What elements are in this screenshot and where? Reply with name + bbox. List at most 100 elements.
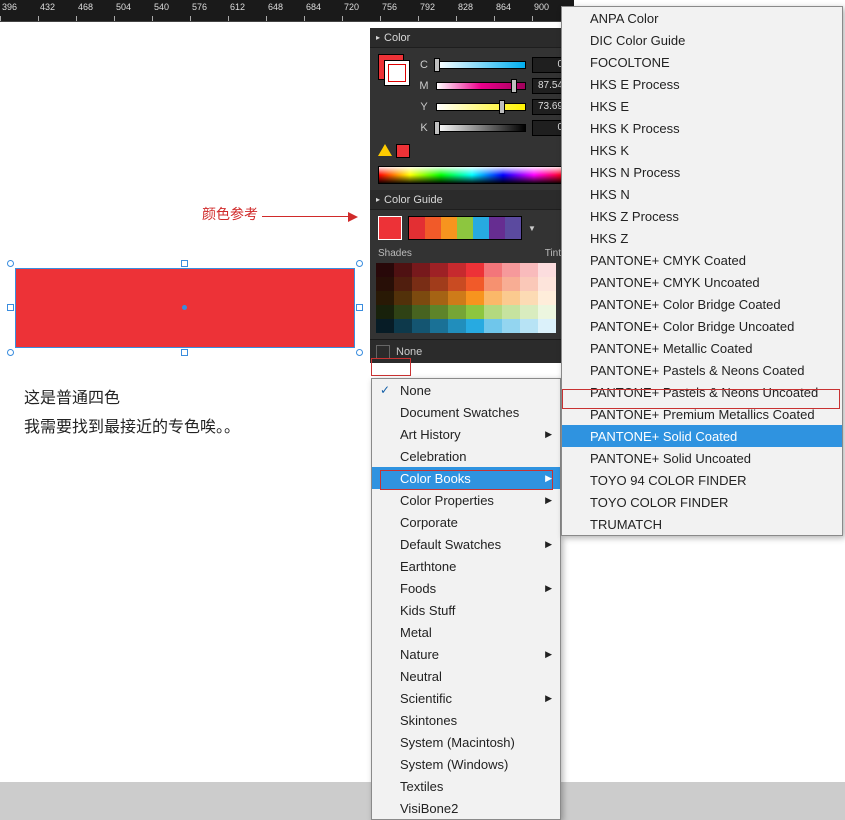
guide-cell[interactable]: [376, 319, 394, 333]
guide-cell[interactable]: [376, 277, 394, 291]
guide-cell[interactable]: [484, 263, 502, 277]
library-menu-item[interactable]: ✓None: [372, 379, 560, 401]
library-menu-item[interactable]: Skintones: [372, 709, 560, 731]
color-guide-grid[interactable]: [370, 263, 574, 339]
slider-thumb[interactable]: [499, 100, 505, 114]
colorbook-menu-item[interactable]: HKS E Process: [562, 73, 842, 95]
resize-handle-br[interactable]: [356, 349, 363, 356]
slider-track[interactable]: [436, 82, 526, 90]
harmony-swatch[interactable]: [425, 217, 441, 239]
colorbook-menu-item[interactable]: PANTONE+ Color Bridge Coated: [562, 293, 842, 315]
guide-cell[interactable]: [520, 291, 538, 305]
guide-cell[interactable]: [520, 277, 538, 291]
guide-cell[interactable]: [394, 277, 412, 291]
cmyk-slider-m[interactable]: M87.54: [418, 75, 566, 96]
colorbook-menu-item[interactable]: DIC Color Guide: [562, 29, 842, 51]
guide-cell[interactable]: [502, 305, 520, 319]
library-menu-item[interactable]: Corporate: [372, 511, 560, 533]
colorbook-menu-item[interactable]: TRUMATCH: [562, 513, 842, 535]
library-menu-item[interactable]: Metal: [372, 621, 560, 643]
slider-thumb[interactable]: [434, 58, 440, 72]
colorbook-menu-item[interactable]: HKS N: [562, 183, 842, 205]
colorbook-menu-item[interactable]: PANTONE+ Color Bridge Uncoated: [562, 315, 842, 337]
colorbook-menu-item[interactable]: PANTONE+ Pastels & Neons Uncoated: [562, 381, 842, 403]
library-menu-item[interactable]: Kids Stuff: [372, 599, 560, 621]
guide-cell[interactable]: [430, 305, 448, 319]
cmyk-slider-y[interactable]: Y73.69: [418, 96, 566, 117]
slider-thumb[interactable]: [434, 121, 440, 135]
guide-cell[interactable]: [412, 263, 430, 277]
guide-cell[interactable]: [502, 263, 520, 277]
guide-cell[interactable]: [412, 291, 430, 305]
spectrum-bar[interactable]: [378, 166, 566, 184]
cmyk-slider-k[interactable]: K0: [418, 117, 566, 138]
guide-cell[interactable]: [466, 319, 484, 333]
harmony-strip[interactable]: [408, 216, 522, 240]
guide-cell[interactable]: [412, 305, 430, 319]
colorbook-menu-item[interactable]: ANPA Color: [562, 7, 842, 29]
base-color-swatch[interactable]: [378, 216, 402, 240]
library-menu-item[interactable]: System (Macintosh): [372, 731, 560, 753]
cmyk-slider-c[interactable]: C0: [418, 54, 566, 75]
guide-cell[interactable]: [484, 319, 502, 333]
guide-cell[interactable]: [538, 277, 556, 291]
resize-handle-mr[interactable]: [356, 304, 363, 311]
library-menu-item[interactable]: Color Books▶: [372, 467, 560, 489]
library-menu-item[interactable]: Art History▶: [372, 423, 560, 445]
guide-cell[interactable]: [466, 305, 484, 319]
guide-cell[interactable]: [448, 277, 466, 291]
color-guide-tab[interactable]: ▸ Color Guide: [370, 190, 574, 210]
guide-cell[interactable]: [448, 291, 466, 305]
resize-handle-tr[interactable]: [356, 260, 363, 267]
colorbook-menu-item[interactable]: HKS Z: [562, 227, 842, 249]
library-menu-item[interactable]: Earthtone: [372, 555, 560, 577]
guide-cell[interactable]: [484, 305, 502, 319]
library-menu-item[interactable]: Default Swatches▶: [372, 533, 560, 555]
guide-cell[interactable]: [502, 319, 520, 333]
resize-handle-bl[interactable]: [7, 349, 14, 356]
colorbook-menu-item[interactable]: TOYO COLOR FINDER: [562, 491, 842, 513]
slider-track[interactable]: [436, 103, 526, 111]
colorbook-menu-item[interactable]: PANTONE+ Pastels & Neons Coated: [562, 359, 842, 381]
guide-cell[interactable]: [538, 319, 556, 333]
guide-cell[interactable]: [520, 319, 538, 333]
colorbook-menu-item[interactable]: PANTONE+ CMYK Uncoated: [562, 271, 842, 293]
guide-cell[interactable]: [394, 305, 412, 319]
guide-cell[interactable]: [394, 263, 412, 277]
library-menu-item[interactable]: Neutral: [372, 665, 560, 687]
colorbook-menu-item[interactable]: PANTONE+ Metallic Coated: [562, 337, 842, 359]
colorbook-menu-item[interactable]: PANTONE+ Solid Uncoated: [562, 447, 842, 469]
guide-cell[interactable]: [376, 291, 394, 305]
gamut-warning-icon[interactable]: [378, 144, 392, 158]
colorbook-menu-item[interactable]: HKS K: [562, 139, 842, 161]
guide-cell[interactable]: [484, 291, 502, 305]
guide-cell[interactable]: [430, 277, 448, 291]
limit-colors-icon[interactable]: [376, 345, 390, 359]
slider-track[interactable]: [436, 61, 526, 69]
guide-cell[interactable]: [538, 305, 556, 319]
guide-cell[interactable]: [466, 263, 484, 277]
slider-thumb[interactable]: [511, 79, 517, 93]
colorbook-menu-item[interactable]: PANTONE+ CMYK Coated: [562, 249, 842, 271]
guide-cell[interactable]: [430, 319, 448, 333]
guide-cell[interactable]: [502, 291, 520, 305]
slider-track[interactable]: [436, 124, 526, 132]
guide-cell[interactable]: [466, 291, 484, 305]
guide-cell[interactable]: [538, 291, 556, 305]
library-menu-item[interactable]: Textiles: [372, 775, 560, 797]
harmony-swatch[interactable]: [457, 217, 473, 239]
colorbook-menu-item[interactable]: FOCOLTONE: [562, 51, 842, 73]
guide-cell[interactable]: [448, 305, 466, 319]
guide-cell[interactable]: [466, 277, 484, 291]
colorbook-menu-item[interactable]: HKS K Process: [562, 117, 842, 139]
guide-cell[interactable]: [520, 305, 538, 319]
guide-cell[interactable]: [412, 277, 430, 291]
guide-cell[interactable]: [502, 277, 520, 291]
guide-cell[interactable]: [484, 277, 502, 291]
color-panel-tab[interactable]: ▸ Color: [370, 28, 574, 48]
library-menu-item[interactable]: Document Swatches: [372, 401, 560, 423]
guide-cell[interactable]: [520, 263, 538, 277]
guide-cell[interactable]: [538, 263, 556, 277]
colorbook-menu-item[interactable]: PANTONE+ Premium Metallics Coated: [562, 403, 842, 425]
guide-cell[interactable]: [430, 291, 448, 305]
